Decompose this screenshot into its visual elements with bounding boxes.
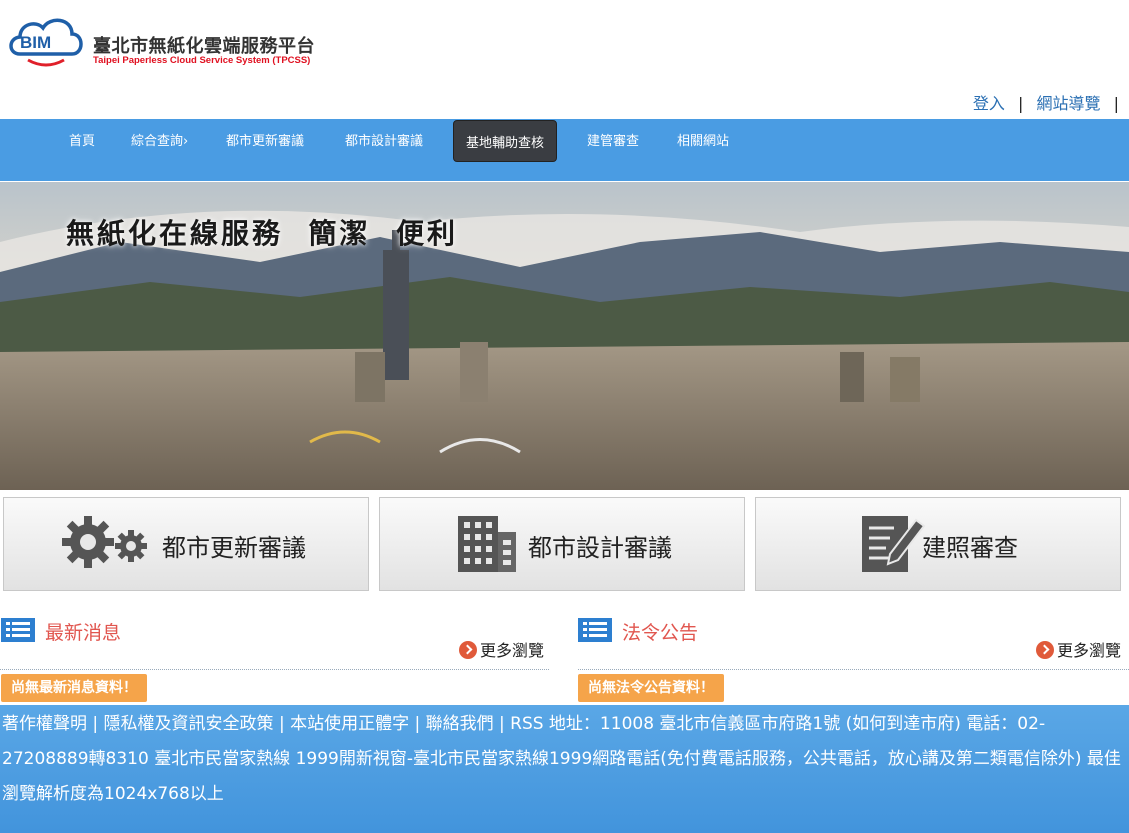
more-label: 更多瀏覽 — [1057, 641, 1122, 660]
main-nav: 首頁 綜合查詢› 都市更新審議 都市設計審議 基地輔助查核 建管審查 相關網站 — [0, 119, 1129, 181]
gears-icon — [62, 516, 147, 568]
list-icon — [578, 618, 612, 642]
news-divider — [0, 669, 549, 670]
top-links: 登入 | 網站導覽 | — [973, 90, 1119, 114]
nav-item-urban-design[interactable]: 都市設計審議 — [345, 130, 423, 149]
bim-cloud-logo-icon: BIM — [9, 18, 83, 67]
separator: | — [1113, 94, 1119, 113]
laws-title: 法令公告 — [622, 622, 699, 644]
nav-item-urban-renewal[interactable]: 都市更新審議 — [226, 130, 304, 149]
news-title: 最新消息 — [45, 622, 122, 644]
footer-text: 著作權聲明 | 隱私權及資訊安全政策 | 本站使用正體字 | 聯絡我們 | RS… — [2, 714, 1121, 804]
chevron-right-icon — [459, 641, 477, 659]
header: BIM 臺北市無紙化雲端服務平台 Taipei Paperless Cloud … — [0, 0, 1129, 119]
svg-text:BIM: BIM — [20, 33, 51, 52]
service-cards: 都市更新審議 都市設計審議 建照審查 — [0, 497, 1129, 593]
card-label: 都市更新審議 — [162, 534, 306, 562]
sitemap-link[interactable]: 網站導覽 — [1037, 94, 1101, 113]
news-empty-badge: 尚無最新消息資料！ — [1, 674, 147, 702]
nav-item-home[interactable]: 首頁 — [69, 130, 95, 149]
building-icon — [458, 516, 516, 572]
footer: 著作權聲明 | 隱私權及資訊安全政策 | 本站使用正體字 | 聯絡我們 | RS… — [0, 705, 1129, 833]
nav-item-search[interactable]: 綜合查詢› — [131, 130, 188, 149]
card-building-permit[interactable]: 建照審查 — [755, 497, 1121, 591]
login-link[interactable]: 登入 — [973, 94, 1005, 113]
card-urban-renewal[interactable]: 都市更新審議 — [3, 497, 369, 591]
laws-more-link[interactable]: 更多瀏覽 — [1036, 637, 1121, 661]
card-label: 都市設計審議 — [528, 534, 672, 562]
card-urban-design[interactable]: 都市設計審議 — [379, 497, 745, 591]
hero-banner: 無紙化在線服務 簡潔 便利 — [0, 182, 1129, 490]
laws-empty-badge: 尚無法令公告資料！ — [578, 674, 724, 702]
site-logo[interactable]: BIM 臺北市無紙化雲端服務平台 Taipei Paperless Cloud … — [6, 10, 336, 70]
nav-item-building-review[interactable]: 建管審查 — [587, 130, 639, 149]
banner-title: 無紙化在線服務 簡潔 便利 — [66, 217, 458, 250]
card-label: 建照審查 — [922, 534, 1018, 562]
chevron-right-icon — [1036, 641, 1054, 659]
nav-item-related-sites[interactable]: 相關網站 — [677, 130, 729, 149]
laws-divider — [578, 669, 1129, 670]
edit-document-icon — [862, 516, 926, 572]
separator: | — [1018, 94, 1024, 113]
more-label: 更多瀏覽 — [480, 641, 545, 660]
nav-item-site-check[interactable]: 基地輔助查核 — [453, 120, 558, 162]
list-icon — [1, 618, 35, 642]
site-subtitle: Taipei Paperless Cloud Service System (T… — [93, 55, 311, 66]
news-more-link[interactable]: 更多瀏覽 — [459, 637, 544, 661]
